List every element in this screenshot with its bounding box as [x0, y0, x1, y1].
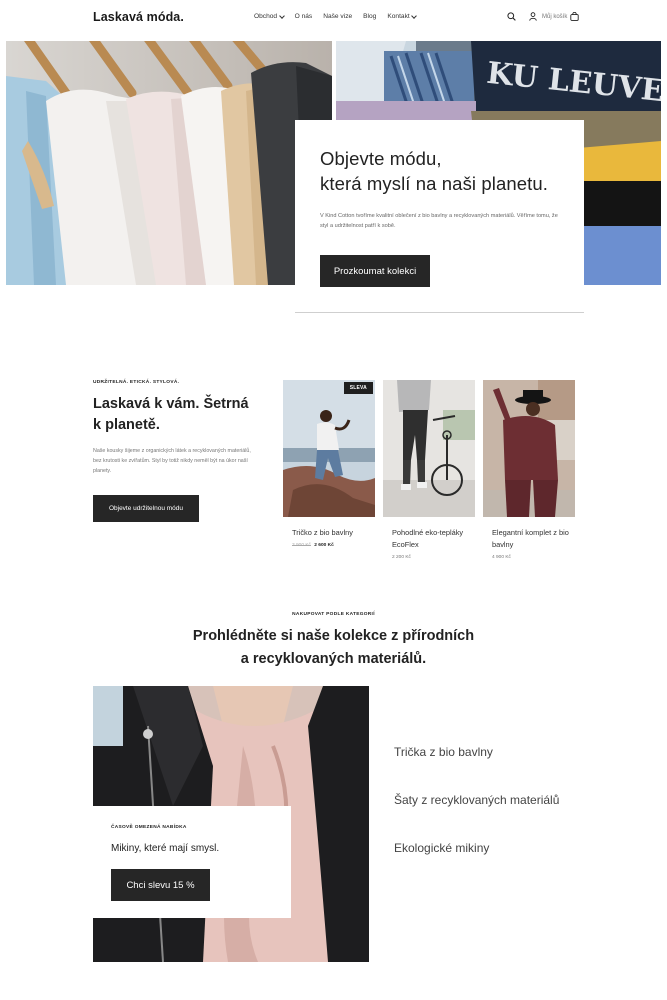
sustainable-title: Laskavá k vám. Šetrná k planetě. — [93, 394, 263, 436]
cart-icon[interactable] — [570, 12, 579, 21]
hero-description: V Kind Cotton tvoříme kvalitní oblečení … — [320, 213, 558, 229]
nav-label: Naše vize — [323, 13, 353, 20]
categories-title-line: a recyklovaných materiálů. — [240, 651, 427, 667]
nav-label: O nás — [294, 13, 313, 20]
cart-link[interactable]: Můj košík — [542, 14, 567, 20]
hero-image-clothes-rack — [6, 41, 332, 285]
discover-sustainable-button[interactable]: Objevte udržitelnou módu — [93, 495, 199, 522]
sustainable-kicker: UDRŽITELNÁ. ETICKÁ. STYLOVÁ. — [93, 380, 180, 385]
offer-title: Mikiny, které mají smysl. — [111, 843, 220, 854]
product-card[interactable]: Elegantní komplet z bio bavlny 4 900 Kč — [483, 380, 575, 560]
product-name[interactable]: Pohodlné eko-tepláky EcoFlex — [392, 527, 472, 551]
product-name[interactable]: Elegantní komplet z bio bavlny — [492, 527, 572, 551]
hero-title-line: Objevte módu, — [320, 148, 442, 169]
user-icon[interactable] — [529, 12, 537, 21]
nav-label: Obchod — [254, 13, 278, 20]
limited-offer-card: ČASOVĚ OMEZENÁ NABÍDKA Mikiny, které maj… — [93, 806, 291, 918]
hero-title: Objevte módu, která myslí na naši planet… — [320, 146, 580, 196]
nav-label: Blog — [363, 13, 377, 20]
product-card[interactable]: SLEVA Tričko z bio bavlny 3 900 Kč 2 600… — [283, 380, 375, 548]
hero-divider — [295, 312, 584, 313]
hero-title-line: která myslí na naši planetu. — [320, 173, 548, 194]
product-card[interactable]: Pohodlné eko-tepláky EcoFlex 2 200 Kč — [383, 380, 475, 560]
product-price: 2 200 Kč — [392, 555, 475, 560]
category-link-tshirts[interactable]: Trička z bio bavlny — [394, 745, 559, 793]
nav-item-obchod[interactable]: Obchod — [254, 12, 285, 20]
categories-title-line: Prohlédněte si naše kolekce z přírodních — [192, 628, 475, 644]
current-price: 2 200 Kč — [392, 555, 411, 560]
chevron-down-icon — [411, 12, 418, 19]
product-image[interactable]: SLEVA — [283, 380, 375, 517]
site-header: Laskavá móda. Obchod O nás Naše vize Blo… — [0, 0, 667, 38]
category-link-dresses[interactable]: Šaty z recyklovaných materiálů — [394, 793, 559, 841]
categories-kicker: NAKUPOVAT PODLE KATEGORIÍ — [292, 612, 375, 617]
product-name[interactable]: Tričko z bio bavlny — [292, 527, 372, 539]
sustainable-description: Naše kousky šijeme z organických látek a… — [93, 448, 251, 474]
sustainable-title-line: k planetě. — [93, 417, 160, 433]
nav-label: Kontakt — [387, 13, 410, 20]
get-discount-button[interactable]: Chci slevu 15 % — [111, 869, 210, 901]
header-actions: Můj košík — [507, 12, 579, 21]
categories-title: Prohlédněte si naše kolekce z přírodních… — [0, 625, 667, 671]
category-link-hoodies[interactable]: Ekologické mikiny — [394, 841, 559, 889]
current-price: 2 600 Kč — [314, 543, 334, 548]
offer-kicker: ČASOVĚ OMEZENÁ NABÍDKA — [111, 825, 187, 830]
chevron-down-icon — [278, 12, 285, 19]
product-price: 4 900 Kč — [492, 555, 575, 560]
nav-item-o-nas[interactable]: O nás — [295, 13, 313, 20]
nav-item-kontakt[interactable]: Kontakt — [387, 12, 418, 20]
sustainable-title-line: Laskavá k vám. Šetrná — [93, 396, 249, 412]
current-price: 4 900 Kč — [492, 555, 511, 560]
explore-collection-button[interactable]: Prozkoumat kolekci — [320, 255, 430, 287]
site-logo[interactable]: Laskavá móda. — [93, 10, 184, 24]
nav-item-blog[interactable]: Blog — [363, 13, 376, 20]
product-price: 3 900 Kč 2 600 Kč — [292, 543, 375, 548]
category-list: Trička z bio bavlny Šaty z recyklovaných… — [394, 745, 559, 889]
hero-card: Objevte módu, která myslí na naši planet… — [295, 120, 584, 287]
product-image[interactable] — [383, 380, 475, 517]
main-nav: Obchod O nás Naše vize Blog Kontakt — [254, 12, 427, 20]
nav-item-nase-vize[interactable]: Naše vize — [323, 13, 352, 20]
sale-badge: SLEVA — [343, 382, 373, 394]
product-image[interactable] — [483, 380, 575, 517]
old-price: 3 900 Kč — [292, 543, 311, 548]
search-icon[interactable] — [507, 12, 516, 21]
